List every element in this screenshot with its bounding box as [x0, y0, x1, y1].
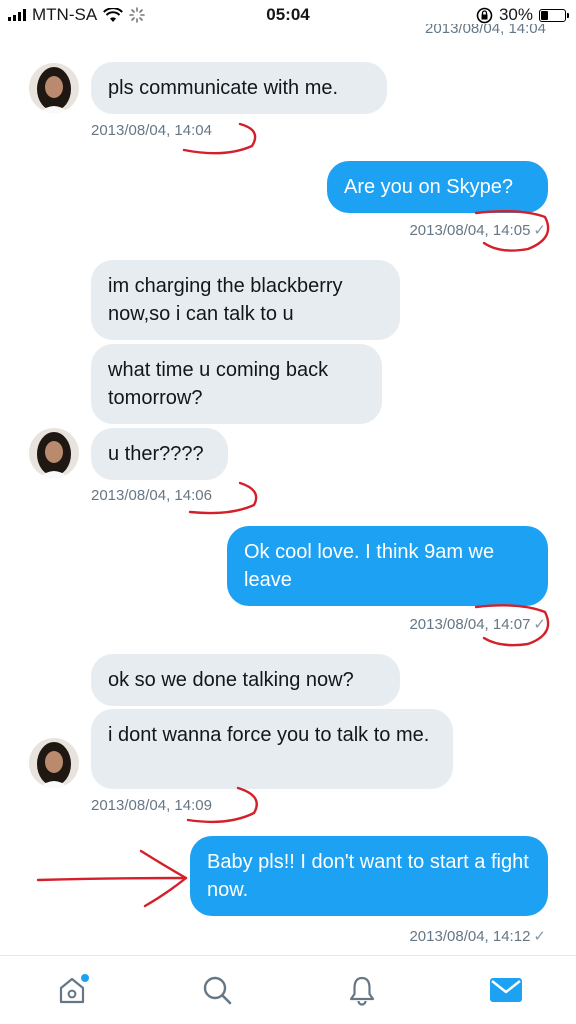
- message-text: pls communicate with me.: [108, 77, 339, 99]
- sent-check-icon: ✓: [533, 928, 546, 945]
- rotation-lock-icon: [476, 7, 493, 23]
- message-bubble-incoming[interactable]: ok so we done talking now?: [91, 654, 400, 706]
- arrow-mark: [139, 849, 188, 908]
- message-bubble-incoming[interactable]: pls communicate with me.: [91, 62, 387, 114]
- contact-avatar[interactable]: [29, 428, 79, 478]
- bottom-tab-bar: [0, 955, 576, 1024]
- contact-avatar[interactable]: [29, 63, 79, 113]
- message-bubble-incoming[interactable]: u ther????: [91, 428, 228, 480]
- message-bubble-outgoing[interactable]: Baby pls!! I don't want to start a fight…: [190, 836, 548, 916]
- message-text: i dont wanna force you to talk to me.: [108, 724, 430, 746]
- status-right: 30%: [476, 5, 569, 25]
- search-icon: [203, 976, 232, 1005]
- message-text: im charging the blackberry now,so i can …: [108, 275, 343, 325]
- home-icon: [59, 974, 89, 1004]
- arrow-mark: [36, 876, 188, 882]
- tab-search[interactable]: [197, 970, 237, 1010]
- message-timestamp: 2013/08/04, 14:04: [91, 122, 212, 139]
- tab-home[interactable]: [52, 970, 92, 1010]
- tab-notifications[interactable]: [342, 970, 382, 1010]
- mail-icon: [490, 978, 522, 1002]
- message-bubble-incoming[interactable]: im charging the blackberry now,so i can …: [91, 260, 400, 340]
- tab-messages[interactable]: [486, 970, 526, 1010]
- message-text: Baby pls!! I don't want to start a fight…: [207, 851, 529, 901]
- message-bubble-incoming[interactable]: what time u coming back tomorrow?: [91, 344, 382, 424]
- message-bubble-incoming[interactable]: i dont wanna force you to talk to me.: [91, 709, 453, 789]
- message-bubble-outgoing[interactable]: Are you on Skype?: [327, 161, 548, 213]
- battery-icon: [539, 8, 569, 22]
- bell-icon: [349, 976, 375, 1006]
- message-text: what time u coming back tomorrow?: [108, 359, 329, 409]
- message-timestamp: 2013/08/04, 14:07 ✓: [409, 616, 546, 633]
- notification-dot: [81, 974, 89, 982]
- message-timestamp: 2013/08/04, 14:09: [91, 797, 212, 814]
- sent-check-icon: ✓: [533, 222, 546, 239]
- battery-percent: 30%: [498, 5, 533, 24]
- sent-check-icon: ✓: [533, 616, 546, 633]
- message-timestamp: 2013/08/04, 14:06: [91, 487, 212, 504]
- contact-avatar[interactable]: [29, 738, 79, 788]
- timestamp: 2013/08/04, 14:04: [425, 24, 546, 37]
- message-timestamp: 2013/08/04, 14:05 ✓: [409, 222, 546, 239]
- message-text: u ther????: [108, 443, 204, 465]
- message-text: Are you on Skype?: [344, 176, 513, 198]
- message-text: ok so we done talking now?: [108, 669, 354, 691]
- message-text: Ok cool love. I think 9am we leave: [244, 541, 495, 591]
- message-timestamp: 2013/08/04, 14:12 ✓: [409, 928, 546, 945]
- message-bubble-outgoing[interactable]: Ok cool love. I think 9am we leave: [227, 526, 548, 606]
